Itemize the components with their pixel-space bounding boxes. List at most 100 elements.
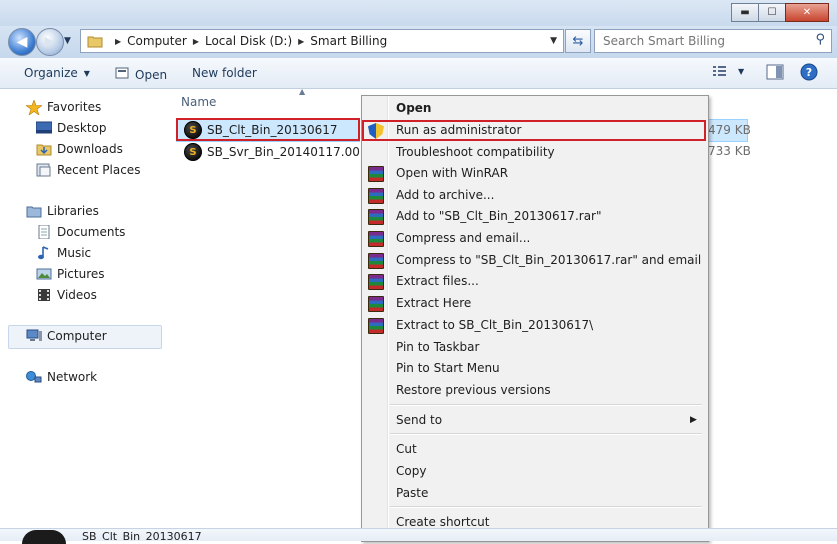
menu-item-open[interactable]: Open: [396, 101, 431, 115]
menu-item-pin-to-taskbar[interactable]: Pin to Taskbar: [396, 340, 479, 354]
favorites-label: Favorites: [47, 100, 102, 114]
breadcrumb-smart-billing[interactable]: Smart Billing: [310, 34, 387, 48]
menu-item-open-with-winrar[interactable]: Open with WinRAR: [396, 166, 508, 180]
menu-item-cut[interactable]: Cut: [396, 442, 417, 456]
preview-pane-icon: [766, 64, 784, 80]
refresh-button[interactable]: ⇆: [565, 29, 591, 53]
open-label: Open: [135, 67, 168, 82]
winrar-icon: [368, 166, 384, 182]
highlight-annotation-file: [176, 118, 360, 141]
documents-icon: [36, 224, 52, 240]
column-header-name[interactable]: Name: [181, 95, 216, 109]
breadcrumb-separator-icon[interactable]: ▶: [193, 37, 199, 46]
sidebar-item-music[interactable]: Music: [36, 246, 91, 260]
winrar-icon: [368, 188, 384, 204]
menu-item-troubleshoot-compatibility[interactable]: Troubleshoot compatibility: [396, 145, 555, 159]
forward-button[interactable]: ▶: [36, 28, 64, 56]
documents-label: Documents: [57, 225, 126, 239]
file-size: 479 KB: [708, 123, 751, 137]
search-icon[interactable]: ⚲: [815, 32, 825, 47]
desktop-icon: [35, 121, 53, 135]
sidebar-item-recent-places[interactable]: Recent Places: [36, 163, 140, 177]
change-view-button[interactable]: [712, 63, 730, 82]
chevron-down-icon: ▼: [83, 68, 90, 78]
menu-item-pin-to-start-menu[interactable]: Pin to Start Menu: [396, 361, 500, 375]
videos-label: Videos: [57, 288, 97, 302]
winrar-icon: [368, 209, 384, 225]
file-row[interactable]: S SB_Svr_Bin_20140117.001: [184, 143, 367, 161]
view-dropdown-icon[interactable]: ▼: [738, 67, 744, 76]
sidebar-item-documents[interactable]: Documents: [36, 224, 126, 240]
menu-item-restore-previous-versions[interactable]: Restore previous versions: [396, 383, 551, 397]
breadcrumb-separator-icon[interactable]: ▶: [115, 37, 121, 46]
sidebar-favorites[interactable]: Favorites: [25, 99, 102, 116]
new-folder-label: New folder: [192, 66, 257, 80]
network-icon: [26, 370, 42, 384]
menu-item-extract-files[interactable]: Extract files...: [396, 274, 479, 288]
context-menu-gutter: [387, 96, 389, 540]
new-folder-button[interactable]: New folder: [192, 66, 257, 80]
back-arrow-icon: ◀: [16, 34, 28, 50]
help-icon: ?: [800, 63, 818, 81]
smart-billing-app-icon: S: [184, 143, 202, 161]
recent-pages-dropdown[interactable]: ▼: [64, 36, 71, 46]
breadcrumb-local-disk[interactable]: Local Disk (D:): [205, 34, 292, 48]
preview-pane-button[interactable]: [766, 64, 784, 83]
menu-item-compress-and-email[interactable]: Compress and email...: [396, 231, 530, 245]
desktop-label: Desktop: [57, 121, 107, 135]
details-file-name: SB_Clt_Bin_20130617: [82, 531, 202, 540]
search-input[interactable]: [601, 30, 805, 52]
menu-separator: [390, 434, 702, 435]
breadcrumb-separator-icon[interactable]: ▶: [298, 37, 304, 46]
back-button[interactable]: ◀: [8, 28, 36, 56]
menu-item-add-to-rar[interactable]: Add to "SB_Clt_Bin_20130617.rar": [396, 209, 602, 223]
highlight-annotation-menu: [362, 120, 706, 141]
window-controls: ▬ ☐ ✕: [731, 3, 829, 22]
menu-separator: [390, 405, 702, 406]
file-name: SB_Svr_Bin_20140117.001: [207, 145, 368, 159]
menu-item-extract-to-folder[interactable]: Extract to SB_Clt_Bin_20130617\: [396, 318, 593, 332]
maximize-button[interactable]: ☐: [758, 3, 786, 22]
menu-item-paste[interactable]: Paste: [396, 486, 428, 500]
menu-item-add-to-archive[interactable]: Add to archive...: [396, 188, 494, 202]
menu-item-extract-here[interactable]: Extract Here: [396, 296, 471, 310]
open-button[interactable]: Open: [115, 66, 167, 83]
menu-item-create-shortcut[interactable]: Create shortcut: [396, 515, 489, 529]
sidebar-item-videos[interactable]: Videos: [36, 288, 97, 302]
svg-text:?: ?: [806, 66, 812, 79]
address-dropdown-icon[interactable]: ▼: [550, 36, 557, 46]
breadcrumb-computer[interactable]: Computer: [127, 34, 187, 48]
open-icon: [115, 66, 129, 83]
menu-item-compress-to-rar-and-email[interactable]: Compress to "SB_Clt_Bin_20130617.rar" an…: [396, 253, 701, 267]
sidebar-item-computer[interactable]: Computer: [26, 329, 107, 343]
winrar-icon: [368, 274, 384, 290]
sidebar-item-pictures[interactable]: Pictures: [36, 267, 105, 281]
title-bar: [0, 0, 837, 26]
sidebar-item-desktop[interactable]: Desktop: [35, 121, 107, 135]
search-box[interactable]: ⚲: [594, 29, 832, 53]
sidebar-item-network[interactable]: Network: [26, 370, 97, 384]
minimize-button[interactable]: ▬: [731, 3, 759, 22]
sidebar-item-downloads[interactable]: Downloads: [36, 142, 123, 156]
address-bar[interactable]: ▶ Computer ▶ Local Disk (D:) ▶ Smart Bil…: [80, 29, 564, 53]
pictures-label: Pictures: [57, 267, 105, 281]
winrar-icon: [368, 253, 384, 269]
winrar-icon: [368, 318, 384, 334]
downloads-label: Downloads: [57, 142, 123, 156]
help-button[interactable]: ?: [800, 63, 818, 84]
chevron-down-icon: ▼: [64, 36, 71, 46]
computer-icon: [26, 329, 42, 343]
sidebar-libraries[interactable]: Libraries: [26, 204, 99, 218]
libraries-label: Libraries: [47, 204, 99, 218]
folder-icon: [87, 34, 103, 48]
view-list-icon: [713, 66, 726, 76]
file-size: 733 KB: [708, 144, 751, 158]
organize-button[interactable]: Organize ▼: [24, 66, 90, 80]
downloads-icon: [36, 142, 52, 156]
refresh-icon: ⇆: [572, 33, 584, 49]
forward-arrow-icon: ▶: [44, 34, 56, 50]
close-button[interactable]: ✕: [785, 3, 829, 22]
organize-label: Organize: [24, 66, 78, 80]
menu-item-copy[interactable]: Copy: [396, 464, 426, 478]
menu-item-send-to[interactable]: Send to: [396, 413, 442, 427]
